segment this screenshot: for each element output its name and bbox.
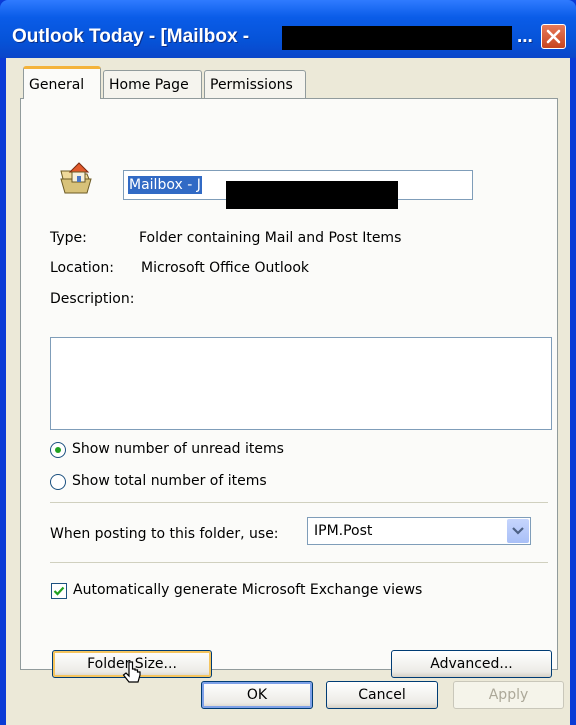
cancel-button[interactable]: Cancel	[326, 681, 438, 709]
tab-home-page[interactable]: Home Page	[103, 70, 202, 98]
dialog-client-area: General Home Page Permissions Mailbox - …	[6, 58, 570, 725]
location-label: Location:	[50, 260, 114, 276]
dropdown-button[interactable]	[507, 519, 529, 543]
apply-button: Apply	[453, 681, 564, 709]
type-value: Folder containing Mail and Post Items	[139, 230, 402, 246]
checkmark-icon	[53, 586, 65, 596]
general-tab-panel: Mailbox - J Type: Folder containing Mail…	[20, 98, 558, 683]
outlook-today-properties-dialog: Outlook Today - [Mailbox - ... General H…	[0, 0, 576, 725]
auto-views-checkbox[interactable]	[51, 583, 67, 599]
close-button[interactable]	[541, 24, 566, 49]
ok-button[interactable]: OK	[201, 681, 313, 709]
radio-total[interactable]	[50, 474, 66, 490]
separator	[50, 562, 548, 563]
radio-total-label[interactable]: Show total number of items	[72, 473, 267, 489]
tab-label: Home Page	[109, 77, 189, 93]
radio-unread[interactable]	[50, 442, 66, 458]
redacted-name	[226, 181, 398, 209]
radio-selected-dot	[55, 447, 61, 453]
cancel-label: Cancel	[358, 687, 406, 703]
mouse-cursor-icon	[122, 661, 141, 683]
window-title: Outlook Today - [Mailbox -	[12, 26, 250, 47]
apply-label: Apply	[488, 687, 529, 703]
description-label: Description:	[50, 291, 135, 307]
radio-unread-label[interactable]: Show number of unread items	[72, 441, 284, 457]
redacted-title-segment	[282, 26, 512, 50]
location-value: Microsoft Office Outlook	[141, 260, 309, 276]
auto-views-label[interactable]: Automatically generate Microsoft Exchang…	[73, 582, 422, 598]
tab-permissions[interactable]: Permissions	[204, 70, 306, 98]
folder-name-text: Mailbox - J	[128, 176, 202, 194]
tab-label: Permissions	[210, 77, 293, 93]
tab-label: General	[29, 77, 85, 93]
title-bar[interactable]: Outlook Today - [Mailbox - ...	[0, 0, 576, 58]
chevron-down-icon	[512, 527, 524, 535]
window-title-ellipsis: ...	[517, 26, 533, 47]
separator	[50, 502, 548, 503]
posting-form-value: IPM.Post	[314, 523, 373, 539]
folder-home-icon	[60, 162, 92, 194]
ok-label: OK	[246, 687, 268, 703]
tab-general[interactable]: General	[23, 66, 101, 99]
advanced-button[interactable]: Advanced...	[391, 650, 552, 678]
posting-label: When posting to this folder, use:	[50, 526, 279, 542]
posting-form-select[interactable]: IPM.Post	[307, 517, 531, 545]
close-icon	[546, 29, 561, 44]
description-input[interactable]	[50, 337, 552, 430]
advanced-label: Advanced...	[430, 656, 513, 672]
type-label: Type:	[50, 230, 87, 246]
